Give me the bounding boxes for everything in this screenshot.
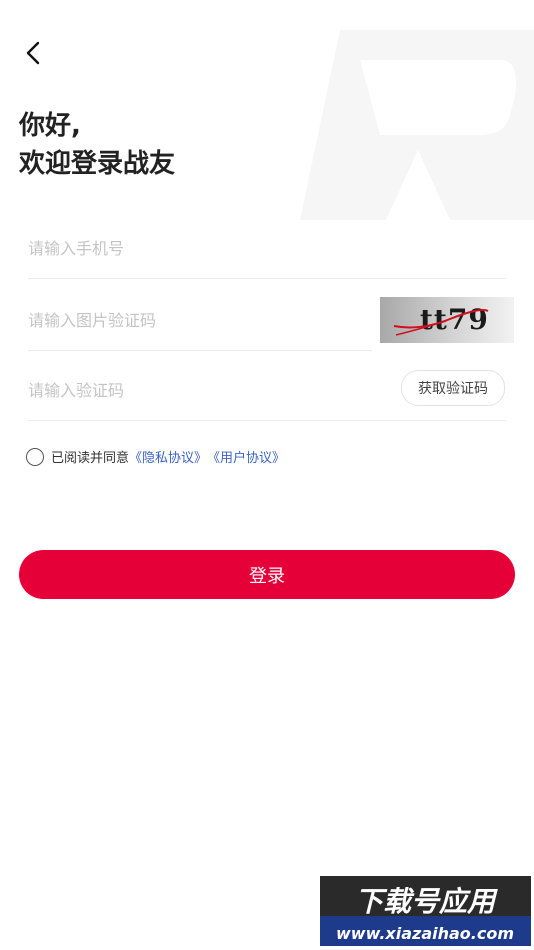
greeting-line-2: 欢迎登录战友 xyxy=(19,149,176,179)
captcha-input[interactable] xyxy=(28,310,372,330)
captcha-text: tt79 xyxy=(420,303,489,336)
get-code-button[interactable]: 获取验证码 xyxy=(401,370,505,406)
phone-field xyxy=(28,218,506,279)
login-button[interactable]: 登录 xyxy=(19,550,515,599)
agreement-text: 已阅读并同意 xyxy=(51,451,130,466)
radio-unchecked-icon[interactable] xyxy=(26,447,44,466)
watermark-url: www.xiazaihao.com xyxy=(336,924,514,943)
greeting-line-1: 你好, xyxy=(19,111,81,141)
agreement-row: 已阅读并同意 《隐私协议》 《用户协议》 xyxy=(26,447,285,466)
watermark-logo: 下载号应用 www.xiazaihao.com xyxy=(320,876,531,946)
user-agreement-link[interactable]: 《用户协议》 xyxy=(207,447,285,466)
captcha-field xyxy=(28,290,372,351)
background-logo xyxy=(300,30,534,220)
watermark-title: 下载号应用 xyxy=(355,885,498,918)
greeting: 你好, 欢迎登录战友 xyxy=(19,107,175,183)
captcha-image[interactable]: tt79 xyxy=(380,297,514,343)
phone-input[interactable] xyxy=(28,238,506,258)
privacy-policy-link[interactable]: 《隐私协议》 xyxy=(129,447,207,466)
chevron-left-icon xyxy=(26,41,40,65)
back-button[interactable] xyxy=(18,38,48,68)
